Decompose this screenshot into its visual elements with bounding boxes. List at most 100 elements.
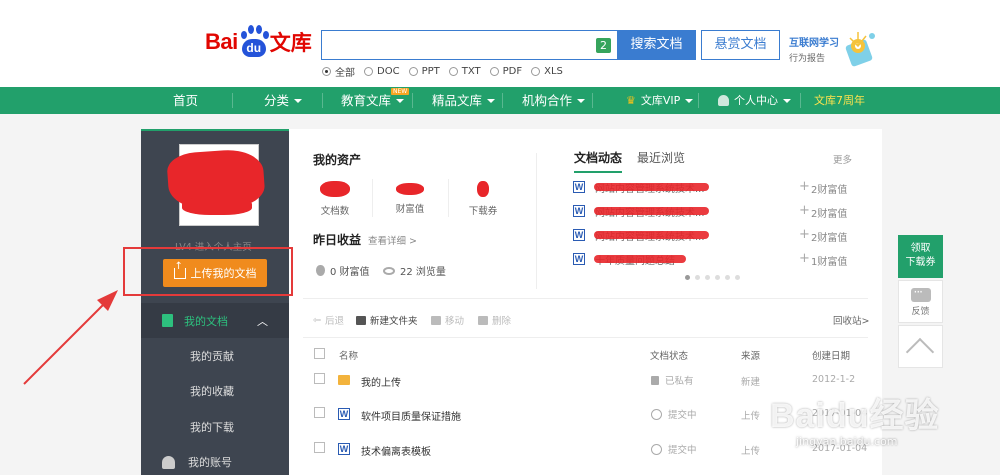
asset-coupons[interactable]: 下载券 [453,181,513,217]
plus-icon: + [799,203,810,218]
nav-divider [698,93,699,108]
logo-wenku: 文库 [269,31,312,55]
nav-home[interactable]: 首页 [173,87,198,114]
divider [303,298,868,299]
nav-divider [502,93,503,108]
claim-line: 领取 [910,243,931,254]
asset-label: 财富值 [395,204,425,215]
nav-premium[interactable]: 精品文库 [432,87,496,114]
asset-wealth[interactable]: 财富值 [380,181,440,215]
back-icon: ⇦ [313,314,321,326]
column-header-date[interactable]: 创建日期 [812,348,850,362]
nav-divider [592,93,593,108]
row-checkbox[interactable] [314,442,325,453]
row-checkbox[interactable] [314,407,325,418]
column-header-source[interactable]: 来源 [741,348,760,362]
file-name[interactable]: 软件项目质量保证措施 [361,408,461,423]
reward-doc-button[interactable]: 悬赏文档 [701,30,780,60]
file-source: 上传 [741,411,761,422]
plus-icon: + [799,179,810,194]
list-item[interactable]: W 网站内容管理系统技术... + 2财富值 [573,227,863,244]
carousel-dot[interactable] [705,275,710,280]
column-header-name[interactable]: 名称 [339,348,358,362]
asset-doc-count[interactable]: 文档数 [305,181,365,217]
nav-institution[interactable]: 机构合作 [522,87,586,114]
select-all-checkbox[interactable] [314,348,325,359]
carousel-dot[interactable] [715,275,720,280]
type-option-doc[interactable]: DOC [364,64,400,79]
view-detail-link[interactable]: 查看详细 > [368,233,417,247]
carousel-dot[interactable] [735,275,740,280]
sidebar-item-downloads[interactable]: 我的下载 [190,419,234,435]
type-label: XLS [544,66,563,77]
file-name[interactable]: 我的上传 [361,374,401,389]
carousel-dot[interactable] [695,275,700,280]
list-item[interactable]: W 十年质量问题总结 + 1财富值 [573,251,863,268]
sidebar-item-favorites[interactable]: 我的收藏 [190,383,234,399]
back-to-top-button[interactable] [898,325,943,368]
feedback-label: 反馈 [911,307,930,317]
folder-icon [338,375,350,385]
feedback-button[interactable]: 反馈 [898,280,943,323]
type-label: PPT [421,66,440,77]
sidebar-item-contribution[interactable]: 我的贡献 [190,348,234,364]
user-icon [718,95,729,106]
nav-category[interactable]: 分类 [264,87,303,114]
nav-divider [322,93,323,108]
nav-user-center[interactable]: 个人中心 [718,87,791,114]
clock-icon [651,443,662,455]
watermark-title: Baidu经验 [770,397,940,435]
search-input[interactable]: 2 [321,30,617,60]
claim-coupon-button[interactable]: 领取 下载券 [898,235,943,278]
word-icon: W [573,229,585,241]
back-button[interactable]: ⇦ 后退 [313,313,344,328]
type-label: TXT [461,66,481,77]
radio-icon [531,67,541,76]
type-option-pdf[interactable]: PDF [489,64,522,79]
delete-button[interactable]: 删除 [478,313,511,327]
user-sidebar: LV4 进入个人主页 上传我的文档 我的文档 ︿ 我的贡献 我的收藏 我的下载 … [141,129,289,475]
search-button[interactable]: 搜索文档 [617,30,696,60]
wealth-value: 0 财富值 [330,267,370,278]
type-option-xls[interactable]: XLS [531,64,563,79]
tab-recent-views[interactable]: 最近浏览 [637,149,685,173]
avatar[interactable] [166,144,266,226]
plus-icon: + [799,251,810,266]
baidu-wenku-logo[interactable]: Bai du 文库 [205,22,312,62]
tab-doc-dynamics[interactable]: 文档动态 [574,149,623,173]
carousel-dot[interactable] [725,275,730,280]
type-option-ppt[interactable]: PPT [408,64,440,79]
carousel-dot[interactable] [685,275,690,280]
caret-down-icon [783,98,791,103]
caret-down-icon [577,98,586,103]
wealth-stat: 0 财富值 [316,263,370,278]
redaction-mark [396,183,424,195]
status-text: 提交中 [668,410,697,421]
nav-label: 机构合作 [522,93,573,108]
new-folder-button[interactable]: 新建文件夹 [356,313,418,327]
type-option-txt[interactable]: TXT [448,64,481,79]
list-item[interactable]: W 网站内容管理系统技术... + 2财富值 [573,179,863,196]
type-option-all[interactable]: 全部 [322,64,355,79]
sidebar-section-my-docs[interactable]: 我的文档 ︿ [141,303,289,338]
nav-divider [800,93,801,108]
column-header-status[interactable]: 文档状态 [650,348,688,362]
redaction-mark [477,181,489,197]
move-button[interactable]: 移动 [431,313,464,327]
redaction-mark [594,207,709,215]
more-link[interactable]: 更多 [833,152,852,166]
nav-vip[interactable]: ♛ 文库VIP [626,87,694,114]
recycle-bin-link[interactable]: 回收站> [833,313,869,327]
dyn-value: 2财富值 [811,233,848,244]
folder-plus-icon [356,315,366,325]
asset-label: 文档数 [320,206,350,217]
radio-icon [448,67,458,76]
divider [303,337,868,338]
sidebar-item-account[interactable]: 我的账号 [162,454,232,470]
list-item[interactable]: W 网站内容管理系统技术... + 2财富值 [573,203,863,220]
claim-line: 下载券 [905,257,936,268]
trash-icon [478,315,488,325]
file-name[interactable]: 技术偏离表模板 [361,443,431,458]
row-checkbox[interactable] [314,373,325,384]
nav-anniversary[interactable]: 文库7周年 [814,87,865,114]
